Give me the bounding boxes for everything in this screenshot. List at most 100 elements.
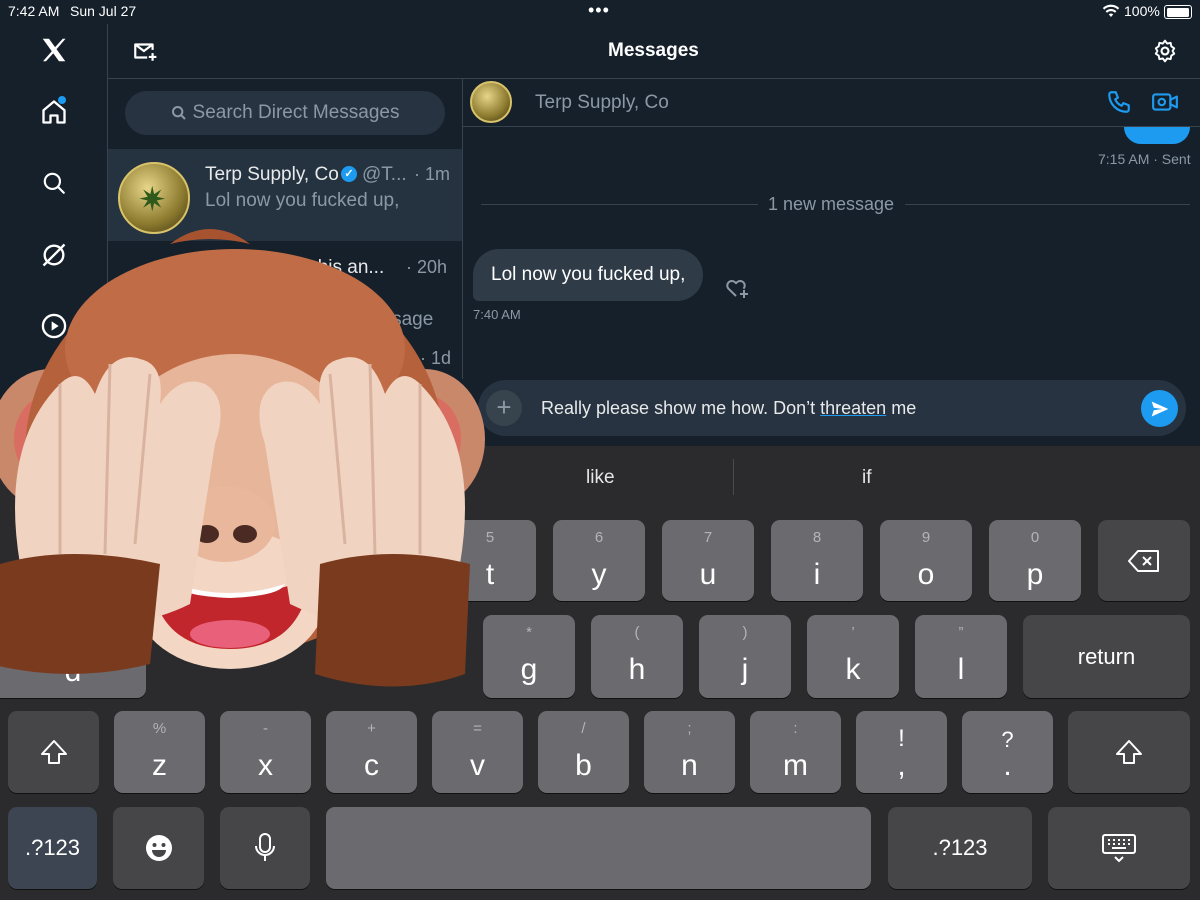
verified-badge-icon: ✓: [341, 166, 357, 182]
composer-text: me: [886, 398, 917, 418]
key-x[interactable]: -x: [220, 711, 311, 793]
conversation-name: Terp Supply, Co: [205, 164, 339, 185]
key-sub: 0: [1030, 529, 1040, 546]
key-sub: -: [263, 720, 268, 737]
key-p[interactable]: 0p: [989, 520, 1081, 601]
video-camera-icon[interactable]: [1151, 89, 1179, 115]
status-date: Sun Jul 27: [70, 3, 137, 19]
numbers-label: .?123: [24, 835, 81, 860]
chat-avatar[interactable]: [470, 81, 512, 123]
search-icon[interactable]: [36, 165, 72, 201]
search-input[interactable]: Search Direct Messages: [125, 91, 445, 135]
react-heart-icon[interactable]: [724, 276, 750, 300]
key-main: .: [1003, 749, 1012, 782]
key-n[interactable]: ; n: [644, 711, 735, 793]
sent-message-bubble[interactable]: [1124, 127, 1190, 144]
key-sub: %: [152, 720, 167, 737]
page-title: Messages: [608, 40, 699, 61]
emoji-key[interactable]: [113, 807, 204, 889]
send-icon: [1151, 401, 1168, 416]
divider: [481, 204, 758, 205]
key-k[interactable]: ’ k: [807, 615, 899, 698]
conversation-preview: Lol now you fucked up,: [205, 190, 400, 211]
key-o[interactable]: 9o: [880, 520, 972, 601]
multitasking-dots[interactable]: •••: [588, 0, 610, 21]
key-main: u: [699, 558, 717, 591]
search-icon: [171, 106, 186, 120]
key-h[interactable]: (h: [591, 615, 683, 698]
home-icon[interactable]: [36, 94, 72, 130]
key-u[interactable]: 7u: [662, 520, 754, 601]
key-main: m: [783, 749, 808, 782]
suggestion-if[interactable]: if: [862, 467, 872, 489]
shift-icon: [1116, 740, 1142, 764]
numbers-key-right[interactable]: .?123: [888, 807, 1032, 889]
key-main: h: [628, 653, 646, 686]
key-sub: +: [367, 720, 376, 737]
key-sub: ;: [687, 720, 692, 737]
add-media-button[interactable]: +: [486, 390, 522, 426]
key-period[interactable]: ?.: [962, 711, 1053, 793]
status-bar: 7:42 AM Sun Jul 27 ••• 100%: [0, 0, 1200, 24]
key-c[interactable]: + c: [326, 711, 417, 793]
message-input[interactable]: Really please show me how. Don’t threate…: [541, 398, 916, 419]
received-message-text: Lol now you fucked up,: [491, 264, 686, 285]
key-v[interactable]: = v: [432, 711, 523, 793]
numbers-key-left[interactable]: .?123: [8, 807, 97, 889]
key-comma[interactable]: !,: [856, 711, 947, 793]
key-sub: ): [742, 624, 748, 641]
new-message-icon[interactable]: [132, 38, 158, 64]
key-main: o: [917, 558, 935, 591]
key-g[interactable]: * g: [483, 615, 575, 698]
new-message-divider: 1 new message: [768, 194, 895, 214]
key-main: v: [470, 749, 485, 782]
see-no-evil-monkey-memoji[interactable]: [0, 224, 486, 720]
suggestion-like[interactable]: like: [586, 467, 615, 489]
key-sub: 7: [703, 529, 713, 546]
send-button[interactable]: [1141, 390, 1178, 427]
delete-key[interactable]: [1098, 520, 1190, 601]
cannabis-leaf-icon: ✷: [138, 181, 167, 219]
key-main: c: [364, 749, 379, 782]
phone-icon[interactable]: [1106, 89, 1132, 115]
conversation-handle: @T...: [362, 164, 407, 185]
key-sub: 8: [812, 529, 822, 546]
return-key[interactable]: return: [1023, 615, 1190, 698]
key-main: k: [845, 653, 861, 686]
key-sub: /: [581, 720, 586, 737]
key-sub: 6: [594, 529, 604, 546]
key-z[interactable]: % z: [114, 711, 205, 793]
key-m[interactable]: :m: [750, 711, 841, 793]
notification-dot: [58, 96, 66, 104]
gear-icon[interactable]: [1152, 38, 1178, 64]
microphone-icon: [255, 833, 275, 861]
key-main: j: [741, 653, 749, 686]
key-b[interactable]: / b: [538, 711, 629, 793]
chat-contact-name[interactable]: Terp Supply, Co: [535, 92, 669, 114]
shift-key-right[interactable]: [1068, 711, 1190, 793]
x-logo-icon[interactable]: [36, 32, 72, 68]
key-y[interactable]: 6y: [553, 520, 645, 601]
key-j[interactable]: ) j: [699, 615, 791, 698]
key-sub: 9: [921, 529, 931, 546]
space-bar[interactable]: [326, 807, 871, 889]
key-i[interactable]: 8i: [771, 520, 863, 601]
status-time: 7:42 AM: [8, 3, 60, 19]
key-main: p: [1026, 558, 1044, 591]
key-sub: (: [634, 624, 640, 641]
received-message-bubble[interactable]: Lol now you fucked up,: [473, 249, 704, 301]
microphone-key[interactable]: [220, 807, 310, 889]
messages-header: Messages: [108, 24, 1200, 79]
keyboard-dismiss-icon: [1102, 834, 1136, 863]
composer-autocorrect-word[interactable]: threaten: [820, 398, 886, 418]
shift-key-left[interactable]: [8, 711, 99, 793]
key-l[interactable]: ” l: [915, 615, 1007, 698]
key-main: b: [575, 749, 592, 782]
key-main: x: [258, 749, 273, 782]
dismiss-keyboard-key[interactable]: [1048, 807, 1190, 889]
key-sub: ”: [958, 624, 964, 641]
backspace-icon: [1128, 549, 1159, 572]
key-sub: *: [526, 624, 532, 641]
composer-text: Really please show me how. Don’t: [541, 398, 821, 418]
key-sub: :: [793, 720, 798, 737]
